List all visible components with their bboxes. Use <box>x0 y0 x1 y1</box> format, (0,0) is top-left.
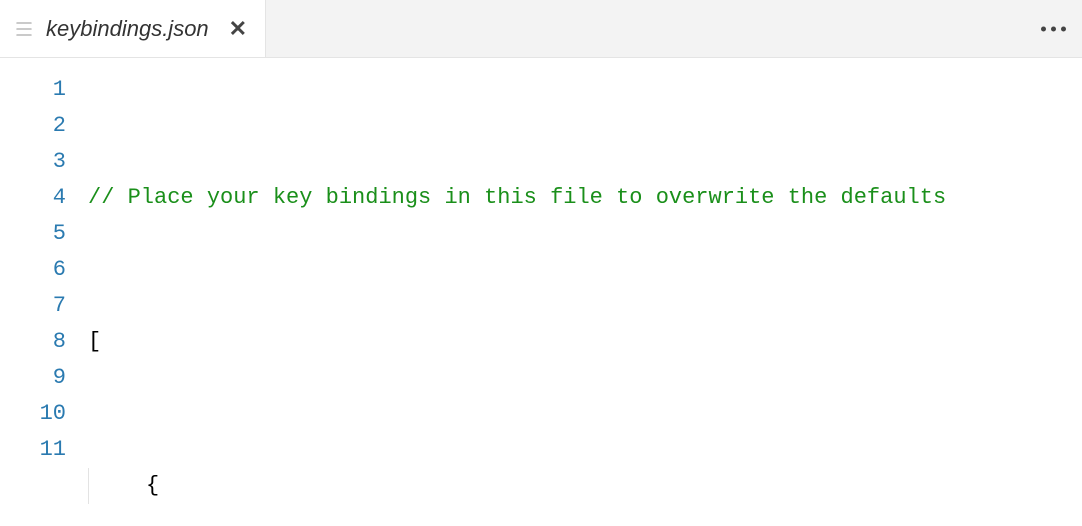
close-icon[interactable]: ✕ <box>229 18 247 40</box>
code-line[interactable]: [ <box>88 324 1082 360</box>
comment-text: // Place your key bindings in this file … <box>88 185 946 210</box>
bracket: [ <box>88 329 101 354</box>
line-number: 2 <box>0 108 66 144</box>
tab-bar: keybindings.json ✕ <box>0 0 1082 58</box>
line-number: 6 <box>0 252 66 288</box>
line-number: 10 <box>0 396 66 432</box>
line-number: 8 <box>0 324 66 360</box>
code-line[interactable]: // Place your key bindings in this file … <box>88 180 1082 216</box>
code-area[interactable]: // Place your key bindings in this file … <box>88 72 1082 526</box>
line-number-gutter: 1 2 3 4 5 6 7 8 9 10 11 <box>0 72 88 526</box>
line-number: 11 <box>0 432 66 468</box>
brace: { <box>146 473 159 498</box>
editor[interactable]: 1 2 3 4 5 6 7 8 9 10 11 // Place your ke… <box>0 58 1082 526</box>
line-number: 4 <box>0 180 66 216</box>
line-number: 3 <box>0 144 66 180</box>
line-number: 1 <box>0 72 66 108</box>
json-file-icon <box>14 19 34 39</box>
overflow-menu-icon[interactable] <box>1041 26 1066 31</box>
tab-keybindings[interactable]: keybindings.json ✕ <box>0 0 266 57</box>
line-number: 7 <box>0 288 66 324</box>
line-number: 9 <box>0 360 66 396</box>
line-number: 5 <box>0 216 66 252</box>
tab-label: keybindings.json <box>46 16 209 42</box>
code-line[interactable]: { <box>88 468 1082 504</box>
